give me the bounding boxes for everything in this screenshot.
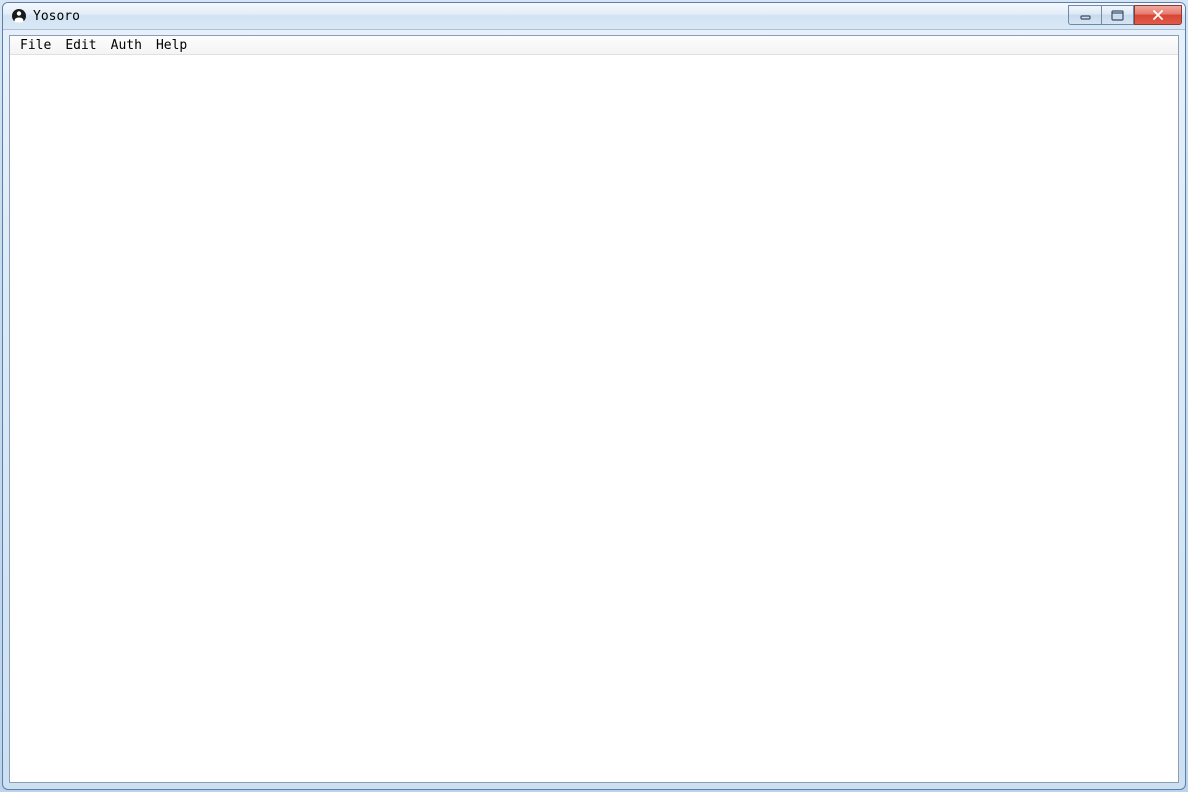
window-controls xyxy=(1068,5,1182,25)
close-button[interactable] xyxy=(1134,5,1182,25)
window-title: Yosoro xyxy=(33,9,1068,24)
app-content xyxy=(10,55,1178,782)
menu-help[interactable]: Help xyxy=(150,37,193,54)
minimize-button[interactable] xyxy=(1068,5,1101,25)
content-frame: File Edit Auth Help xyxy=(9,35,1179,783)
menu-bar: File Edit Auth Help xyxy=(10,36,1178,55)
menu-auth[interactable]: Auth xyxy=(105,37,148,54)
menu-edit[interactable]: Edit xyxy=(59,37,102,54)
title-bar[interactable]: Yosoro xyxy=(3,3,1185,30)
menu-file[interactable]: File xyxy=(14,37,57,54)
app-icon xyxy=(11,8,27,24)
window-frame: Yosoro File Edit A xyxy=(2,2,1186,790)
maximize-button[interactable] xyxy=(1101,5,1134,25)
